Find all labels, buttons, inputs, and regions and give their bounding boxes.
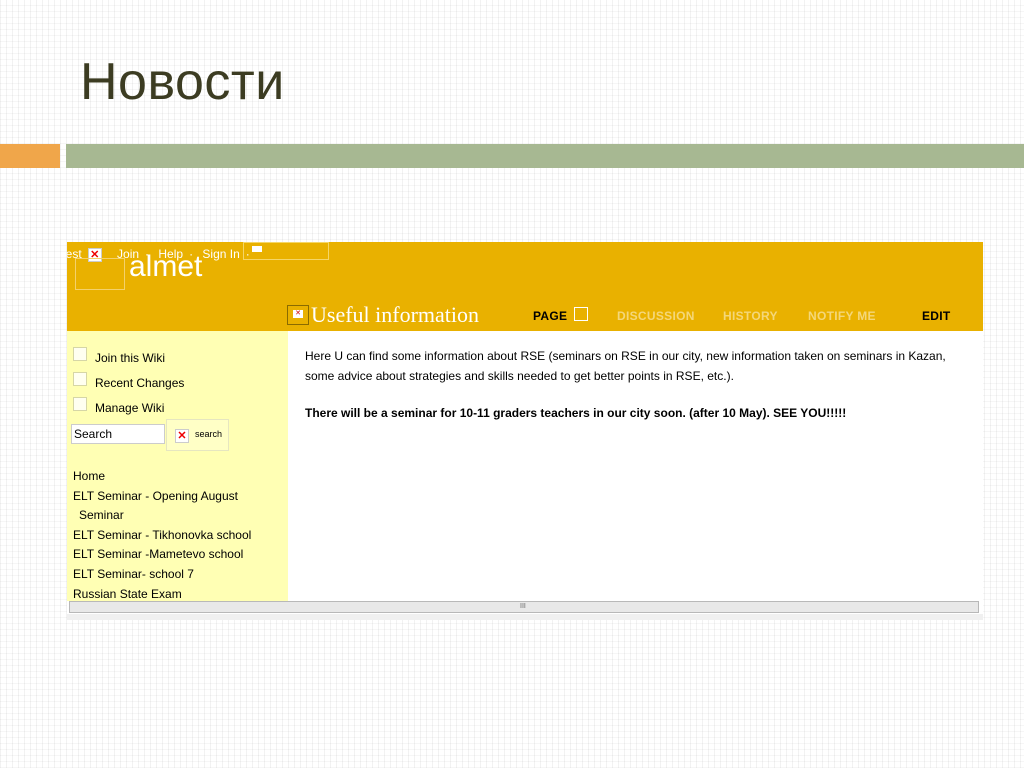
nav-item-school-7[interactable]: ELT Seminar- school 7 [73, 565, 283, 585]
accent-orange-bar [0, 144, 60, 168]
nav-item-home[interactable]: Home [73, 467, 283, 487]
manage-wiki-link[interactable]: Manage Wiki [95, 401, 164, 415]
tab-page[interactable]: PAGE [533, 309, 567, 323]
page-title: Useful information [311, 302, 480, 327]
slide-title: Новости [80, 53, 285, 111]
nav-item-mametevo[interactable]: ELT Seminar -Mametevo school [73, 545, 283, 565]
nav-item-opening-august-cont[interactable]: Seminar [73, 506, 283, 526]
recent-changes-link[interactable]: Recent Changes [95, 376, 184, 390]
sidebar-nav: Home ELT Seminar - Opening August Semina… [73, 467, 283, 604]
recent-changes-icon [73, 372, 87, 386]
page-icon: ✕ [287, 305, 309, 325]
search-input[interactable]: Search [71, 424, 165, 444]
nav-item-tikhonovka[interactable]: ELT Seminar - Tikhonovka school [73, 526, 283, 546]
wiki-sidebar: Join this Wiki Recent Changes Manage Wik… [67, 331, 288, 601]
join-wiki-link[interactable]: Join this Wiki [95, 351, 165, 365]
header-box [243, 242, 329, 260]
broken-image-icon: ✕ [175, 429, 189, 443]
manage-wiki-icon [73, 397, 87, 411]
horizontal-scrollbar[interactable]: III [69, 601, 979, 613]
search-button[interactable]: ✕ search [166, 419, 229, 451]
bottom-strip [67, 614, 983, 620]
logo-image[interactable] [75, 258, 125, 290]
intro-paragraph: Here U can find some information about R… [305, 349, 946, 383]
search-button-label: search [195, 429, 223, 439]
sign-in-link[interactable]: Sign In [202, 247, 239, 261]
nav-item-opening-august[interactable]: ELT Seminar - Opening August [73, 487, 283, 507]
join-wiki-icon [73, 347, 87, 361]
accent-green-bar [66, 144, 1024, 168]
page-tab-icon [574, 307, 588, 321]
page-content: Here U can find some information about R… [305, 346, 977, 440]
logo-text[interactable]: almet [129, 250, 202, 284]
wiki-screenshot: uest✕ Join· Help· Sign In· almet ✕ Usefu… [67, 242, 983, 620]
announcement-paragraph: There will be a seminar for 10-11 grader… [305, 406, 847, 420]
tab-discussion[interactable]: DISCUSSION [617, 309, 695, 323]
tab-notify-me[interactable]: NOTIFY ME [808, 309, 876, 323]
wiki-header: uest✕ Join· Help· Sign In· almet ✕ Usefu… [67, 242, 983, 331]
tab-history[interactable]: HISTORY [723, 309, 778, 323]
tab-edit[interactable]: EDIT [922, 309, 951, 323]
scrollbar-grip[interactable]: III [520, 603, 526, 610]
